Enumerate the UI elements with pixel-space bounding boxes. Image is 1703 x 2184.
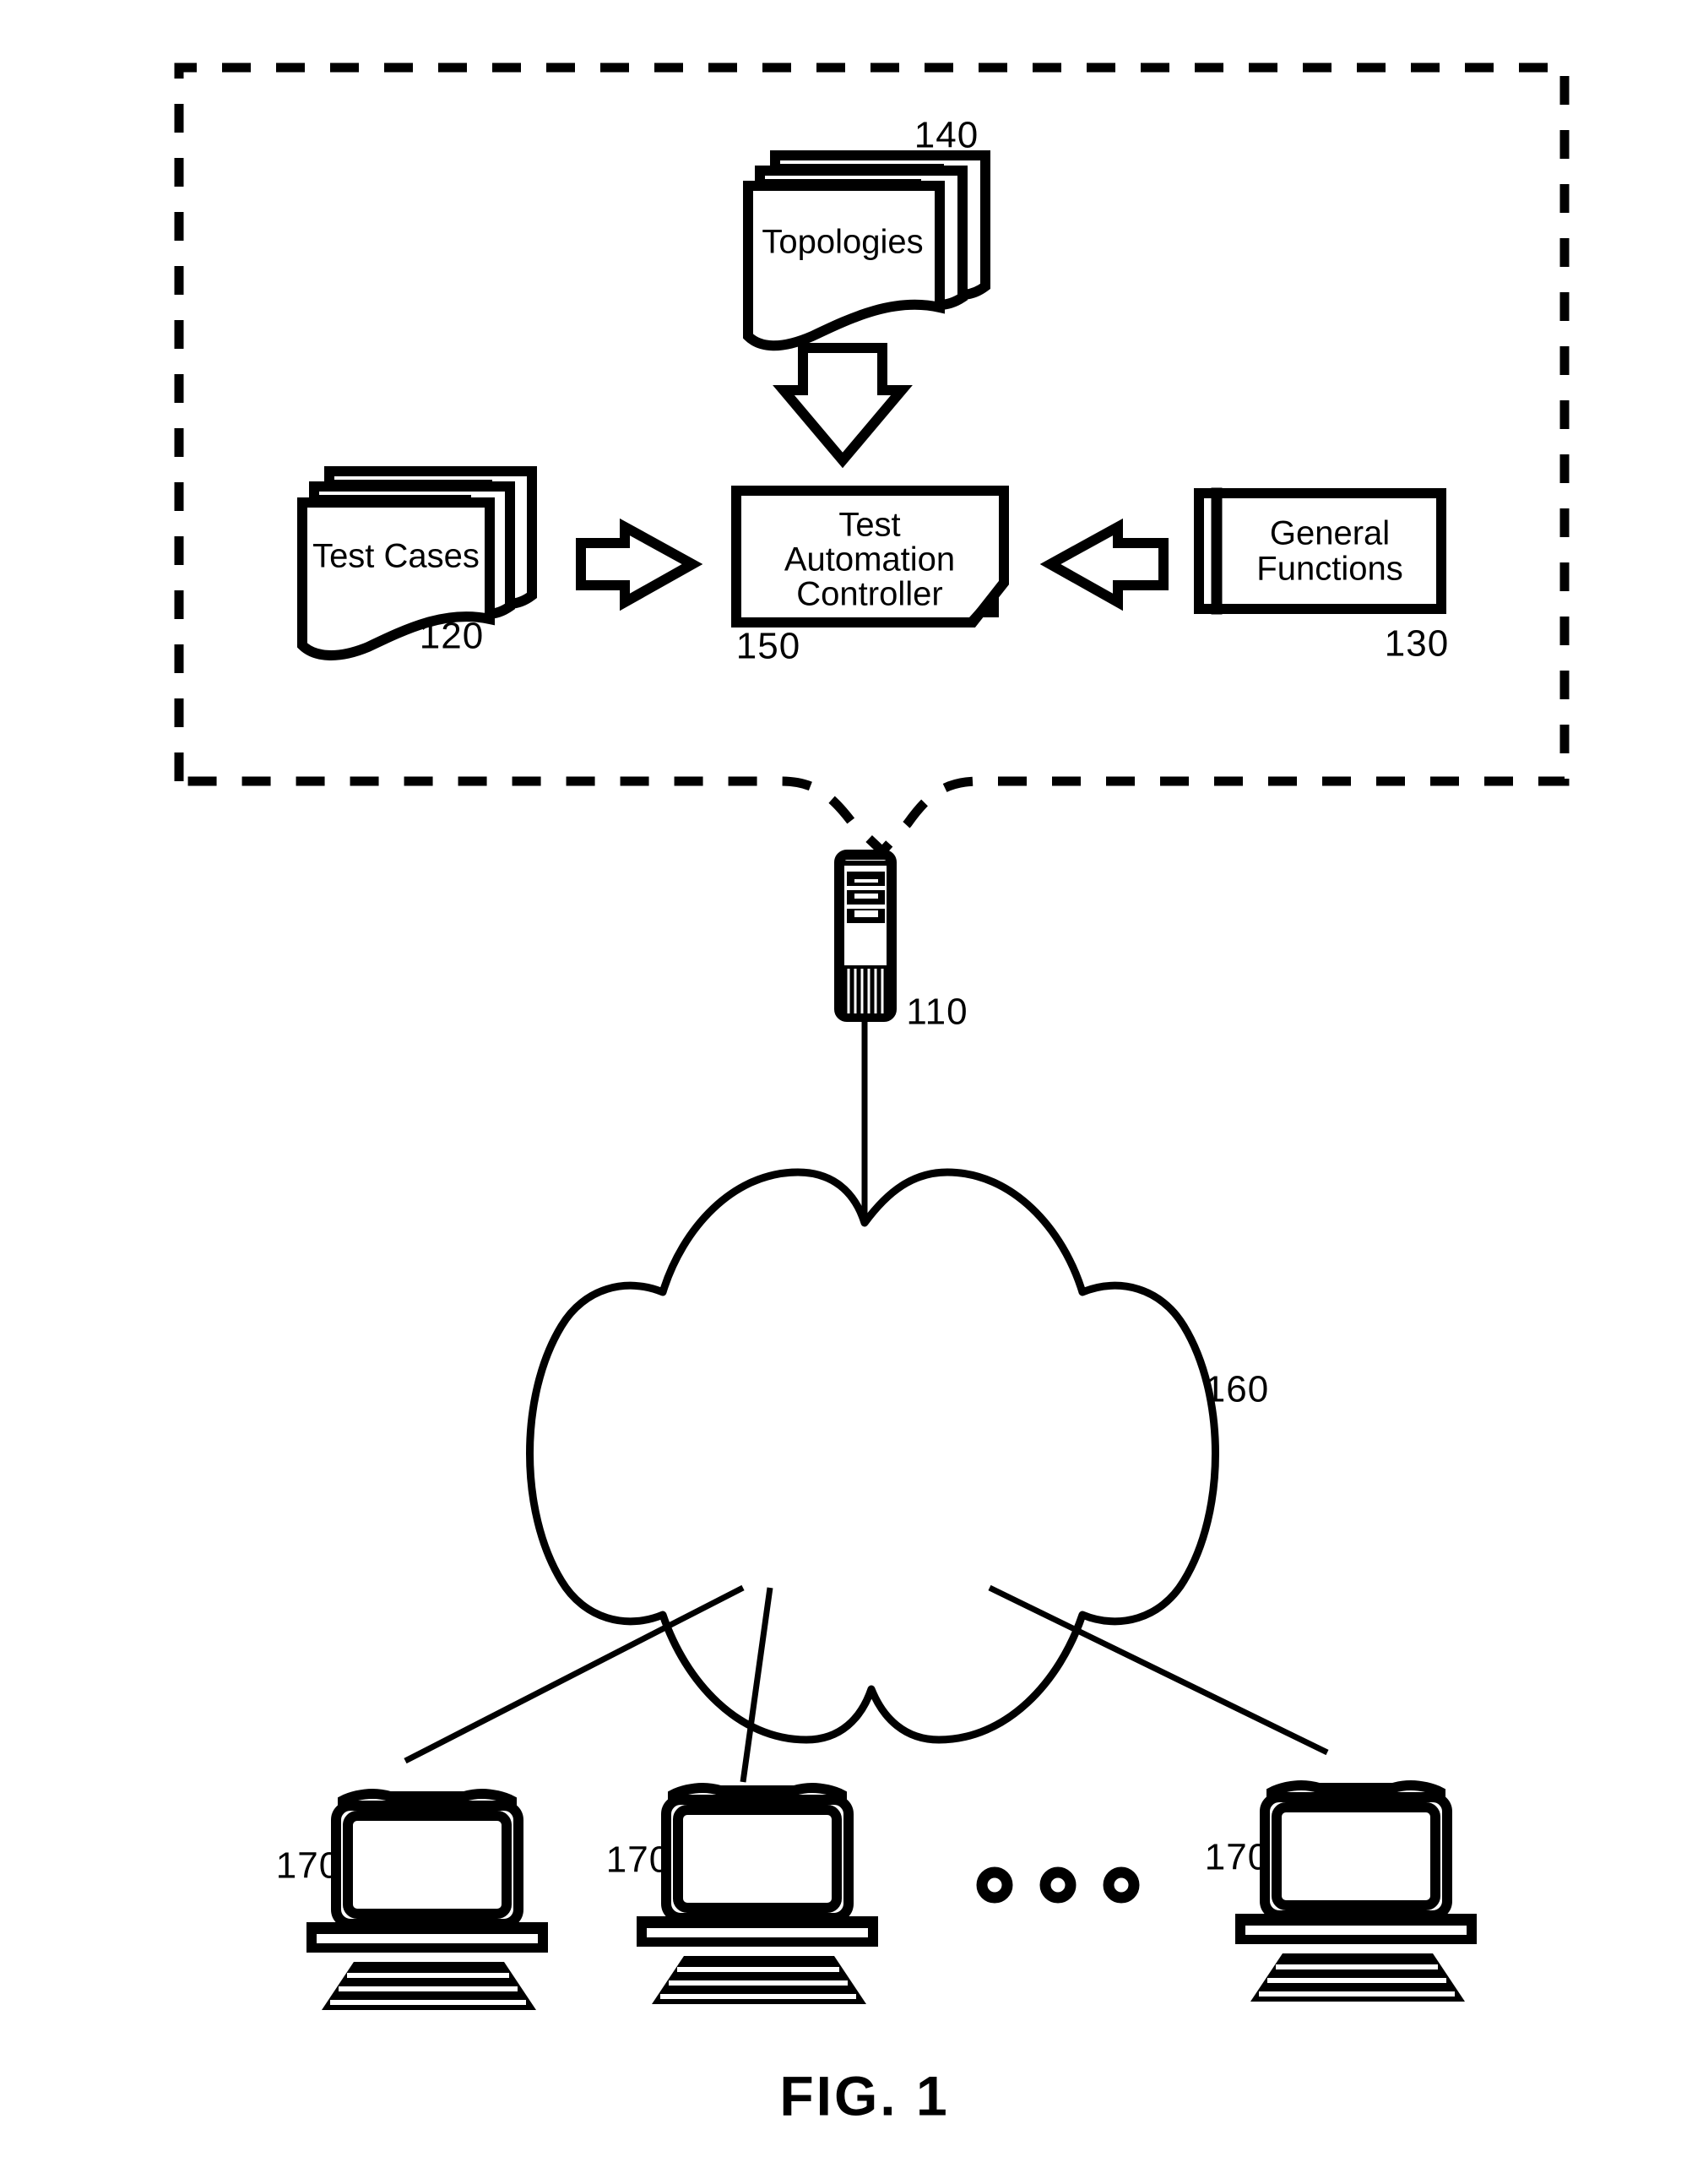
patent-figure-1: Topologies 140 Test Cases 120 Test Autom… bbox=[0, 0, 1703, 2184]
monitor-base-slot bbox=[317, 1934, 538, 1943]
monitor-screen bbox=[1272, 1802, 1440, 1910]
server-tower-node[interactable]: 110 bbox=[834, 850, 968, 1033]
test-automation-controller-node[interactable]: Test Automation Controller 150 bbox=[731, 486, 1009, 667]
test-cases-ref: 120 bbox=[420, 616, 484, 657]
test-cases-node[interactable]: Test Cases 120 bbox=[297, 466, 537, 660]
topologies-ref: 140 bbox=[914, 115, 979, 156]
general-functions-label-line1: General bbox=[1270, 515, 1390, 552]
topologies-label: Topologies bbox=[762, 224, 923, 261]
cloud-outline bbox=[526, 1168, 1219, 1744]
general-functions-node[interactable]: General Functions 130 bbox=[1194, 487, 1449, 665]
figure-caption: FIG. 1 bbox=[779, 2064, 949, 2127]
monitor-screen bbox=[343, 1811, 512, 1919]
monitor-screen bbox=[673, 1805, 842, 1913]
ellipsis-rings-icon bbox=[976, 1866, 1140, 1904]
arrow-test-cases-to-controller bbox=[576, 518, 703, 611]
document-sheet-front bbox=[743, 181, 945, 351]
monitor-base-slot bbox=[1245, 1926, 1467, 1935]
server-ref: 110 bbox=[906, 991, 968, 1033]
vent-grille-icon bbox=[843, 965, 887, 1015]
network-cloud-node[interactable]: 160 bbox=[526, 1168, 1270, 1744]
workstation-2-ref: 170 bbox=[606, 1839, 670, 1881]
monitor-base-slot bbox=[647, 1928, 868, 1937]
general-functions-ref: 130 bbox=[1385, 623, 1449, 665]
workstation-3-ref: 170 bbox=[1205, 1837, 1269, 1878]
drive-bay-2-slot bbox=[854, 894, 878, 899]
arrow-topologies-to-controller bbox=[773, 343, 913, 469]
figure-canvas: Topologies 140 Test Cases 120 Test Autom… bbox=[174, 62, 1570, 2127]
controller-label-line1: Test bbox=[838, 507, 900, 544]
cloud-to-workstation-2-link bbox=[740, 1587, 773, 1783]
cloud-to-workstations-links bbox=[404, 1584, 1329, 1783]
controller-label-line2: Automation bbox=[784, 541, 955, 579]
network-ref: 160 bbox=[1205, 1369, 1269, 1410]
workstation-2-node[interactable]: 170 bbox=[606, 1782, 878, 2004]
topologies-node[interactable]: Topologies 140 bbox=[743, 115, 990, 351]
workstation-1-node[interactable]: 170 bbox=[276, 1788, 548, 2010]
drive-bay-3-slot bbox=[854, 910, 878, 917]
test-cases-label: Test Cases bbox=[312, 538, 480, 575]
workstation-3-node[interactable]: 170 bbox=[1205, 1779, 1477, 2002]
general-functions-label-line2: Functions bbox=[1256, 551, 1402, 588]
drive-bay-1-slot bbox=[854, 879, 878, 883]
controller-ref: 150 bbox=[736, 626, 800, 667]
workstation-1-ref: 170 bbox=[276, 1845, 340, 1887]
controller-label-line3: Controller bbox=[796, 576, 942, 613]
arrow-general-functions-to-controller bbox=[1039, 518, 1169, 611]
drive-bay-1-icon bbox=[847, 872, 885, 886]
